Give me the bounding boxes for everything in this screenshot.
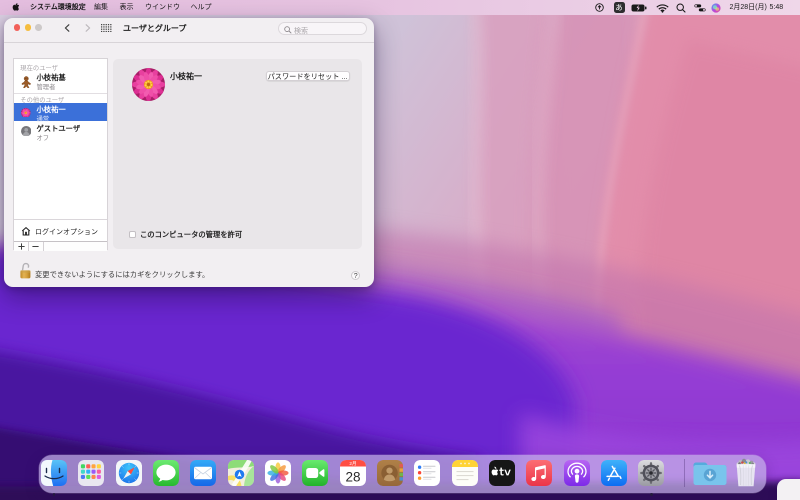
svg-text:28: 28	[345, 469, 360, 484]
